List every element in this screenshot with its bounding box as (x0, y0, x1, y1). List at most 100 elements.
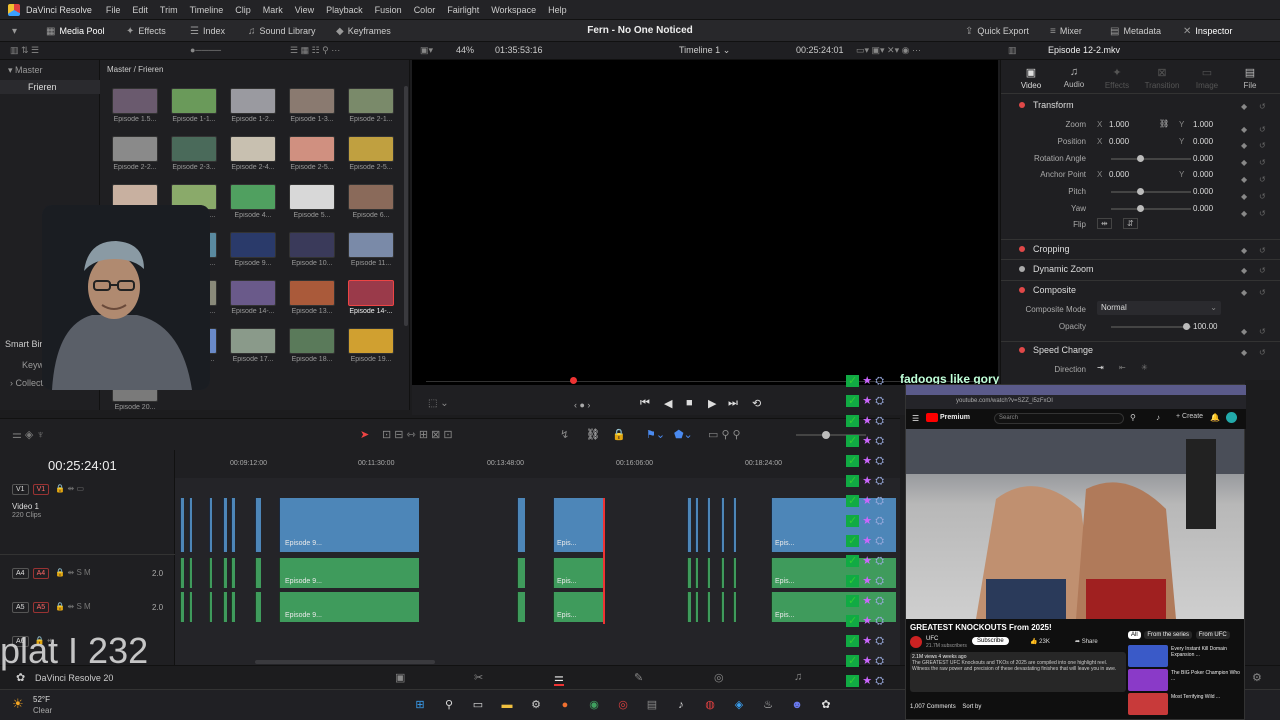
bin-frieren[interactable]: Frieren (0, 80, 100, 94)
video-clip[interactable] (231, 498, 235, 552)
video-clip[interactable] (517, 498, 525, 552)
menu-timeline[interactable]: Timeline (184, 5, 230, 15)
keyframe-diamond-icon[interactable]: ◆ (1241, 266, 1247, 275)
subscribe-button[interactable]: Subscribe (972, 637, 1009, 645)
audio-clip[interactable] (180, 592, 184, 622)
keyframe-diamond-icon[interactable]: ◆ (1241, 175, 1247, 184)
browser-tab-bar[interactable] (906, 385, 1246, 395)
flip-horizontal-icon[interactable]: ⇹ (1097, 218, 1112, 229)
settings-gear-icon[interactable]: ⚙ (1252, 671, 1262, 684)
audio-track-controls-icon[interactable]: 🔒 ⇹ S M (55, 602, 90, 611)
timeline-ruler[interactable]: 00:09:12:00 00:11:30:00 00:13:48:00 00:1… (175, 450, 900, 478)
app-icon[interactable]: ◈ (731, 697, 747, 713)
opacity-slider[interactable] (1111, 323, 1191, 330)
freeze-icon[interactable]: ✳ (1141, 363, 1148, 372)
menu-workspace[interactable]: Workspace (485, 5, 542, 15)
audio-track-controls-icon[interactable]: 🔒 ⇹ S M (55, 568, 90, 577)
media-clip[interactable]: Episode 10... (287, 232, 337, 274)
audio-clip[interactable] (209, 592, 212, 622)
anchor-y-field[interactable]: 0.000 (1193, 170, 1213, 179)
media-clip[interactable]: Episode 4... (228, 184, 278, 226)
youtube-video-player[interactable] (906, 429, 1244, 619)
create-button[interactable]: + Create (1176, 413, 1203, 420)
media-clip[interactable]: Episode 6... (346, 184, 396, 226)
composite-section[interactable]: Composite (1011, 281, 1273, 299)
steam-icon[interactable]: ♨ (760, 697, 776, 713)
timeline-selector[interactable]: Timeline 1 ⌄ (679, 45, 730, 56)
dynamic-zoom-toggle[interactable] (1019, 266, 1025, 272)
loop-button[interactable]: ⟲ (752, 397, 761, 410)
description-box[interactable]: 2.1M views 4 weeks ago The GREATEST UFC … (910, 652, 1126, 692)
app-icon[interactable]: ◎ (615, 697, 631, 713)
sort-button[interactable]: Sort by (962, 704, 981, 710)
speed-change-toggle[interactable] (1019, 347, 1025, 353)
video-clip[interactable] (687, 498, 691, 552)
play-button[interactable]: ▶ (708, 397, 716, 410)
viewer-options-icon[interactable]: ▣▾ (420, 45, 433, 56)
weather-icon[interactable]: ☀ (12, 696, 24, 712)
chrome-icon[interactable]: ◉ (586, 697, 602, 713)
jump-start-button[interactable]: ⏮ (640, 397, 650, 410)
menu-icon[interactable]: ☰ (912, 414, 919, 423)
file-explorer-icon[interactable]: ▬ (499, 697, 515, 713)
media-pool-button[interactable]: ▦ Media Pool (46, 24, 104, 38)
search-icon[interactable]: ⚲ (441, 697, 457, 713)
audio-clip[interactable] (209, 558, 212, 588)
keyframe-diamond-icon[interactable]: ◆ (1241, 209, 1247, 218)
reset-icon[interactable]: ↺ (1259, 266, 1266, 275)
menu-fusion[interactable]: Fusion (369, 5, 408, 15)
keyframe-diamond-icon[interactable]: ◆ (1241, 246, 1247, 255)
color-page-icon[interactable]: ◎ (714, 671, 724, 684)
video-clip[interactable] (209, 498, 212, 552)
rotation-slider[interactable] (1111, 155, 1191, 162)
marker-icon[interactable]: ⬟⌄ (674, 428, 693, 441)
thumb-slider[interactable]: ●──── (190, 45, 221, 55)
reset-icon[interactable]: ↺ (1259, 158, 1266, 167)
smart-bins-header[interactable]: Smart Bin (5, 339, 45, 349)
viewer-tools-icon[interactable]: ▭▾ ▣▾ ✕▾ ◉ ⋯ (856, 45, 921, 56)
pitch-field[interactable]: 0.000 (1193, 187, 1213, 196)
tab-audio[interactable]: ♫ Audio (1054, 66, 1094, 89)
video-clip[interactable] (733, 498, 736, 552)
media-clip[interactable]: Episode 2-1... (346, 88, 396, 130)
media-clip[interactable]: Episode 2-5... (346, 136, 396, 178)
keyframe-diamond-icon[interactable]: ◆ (1241, 348, 1247, 357)
media-clip[interactable]: Episode 13... (287, 280, 337, 322)
keyframe-diamond-icon[interactable]: ◆ (1241, 327, 1247, 336)
jump-end-button[interactable]: ⏭ (728, 397, 738, 410)
keywords-bin[interactable]: Keyw (22, 360, 44, 370)
audio-clip[interactable] (517, 592, 525, 622)
keyframe-diamond-icon[interactable]: ◆ (1241, 125, 1247, 134)
audio-clip[interactable] (687, 558, 691, 588)
timeline-tracks[interactable]: 00:09:12:00 00:11:30:00 00:13:48:00 00:1… (175, 450, 900, 665)
video-clip[interactable] (223, 498, 227, 552)
audio-clip[interactable] (517, 558, 525, 588)
edit-tools-icon[interactable]: ⊡ ⊟ ⇿ ⊞ ⊠ ⊡ (382, 428, 453, 441)
sound-library-button[interactable]: ♫ Sound Library (248, 24, 316, 38)
cropping-section[interactable]: Cropping (1011, 240, 1273, 258)
reset-icon[interactable]: ↺ (1259, 141, 1266, 150)
tab-transition[interactable]: ⊠ Transition (1142, 66, 1182, 90)
audio-clip[interactable] (231, 592, 235, 622)
keyframe-diamond-icon[interactable]: ◆ (1241, 288, 1247, 297)
timeline-viewer[interactable] (412, 60, 998, 385)
audio-clip[interactable] (189, 558, 192, 588)
youtube-search-input[interactable]: Search (994, 413, 1124, 424)
zoom-options-icon[interactable]: ▭ ⚲ ⚲ (708, 428, 741, 441)
channel-avatar[interactable] (910, 636, 922, 648)
keyframe-diamond-icon[interactable]: ◆ (1241, 158, 1247, 167)
audio-clip[interactable] (255, 592, 261, 622)
yaw-field[interactable]: 0.000 (1193, 204, 1213, 213)
recommended-video[interactable]: Every Instant Kill Domain Expansion ... (1128, 645, 1242, 667)
tab-effects[interactable]: ✦ Effects (1097, 66, 1137, 90)
rotation-field[interactable]: 0.000 (1193, 154, 1213, 163)
media-clip[interactable]: Episode 11... (346, 232, 396, 274)
avatar[interactable] (1226, 412, 1237, 423)
jog-control[interactable]: ‹ ● › (574, 400, 590, 410)
audio-clip[interactable] (223, 592, 227, 622)
reverse-button[interactable]: ◀ (664, 397, 672, 410)
media-clip[interactable]: Episode 9... (228, 232, 278, 274)
zoom-x-field[interactable]: 1.000 (1109, 120, 1129, 129)
media-clip[interactable]: Episode 14-... (346, 280, 396, 322)
timeline-playhead[interactable] (603, 498, 605, 624)
